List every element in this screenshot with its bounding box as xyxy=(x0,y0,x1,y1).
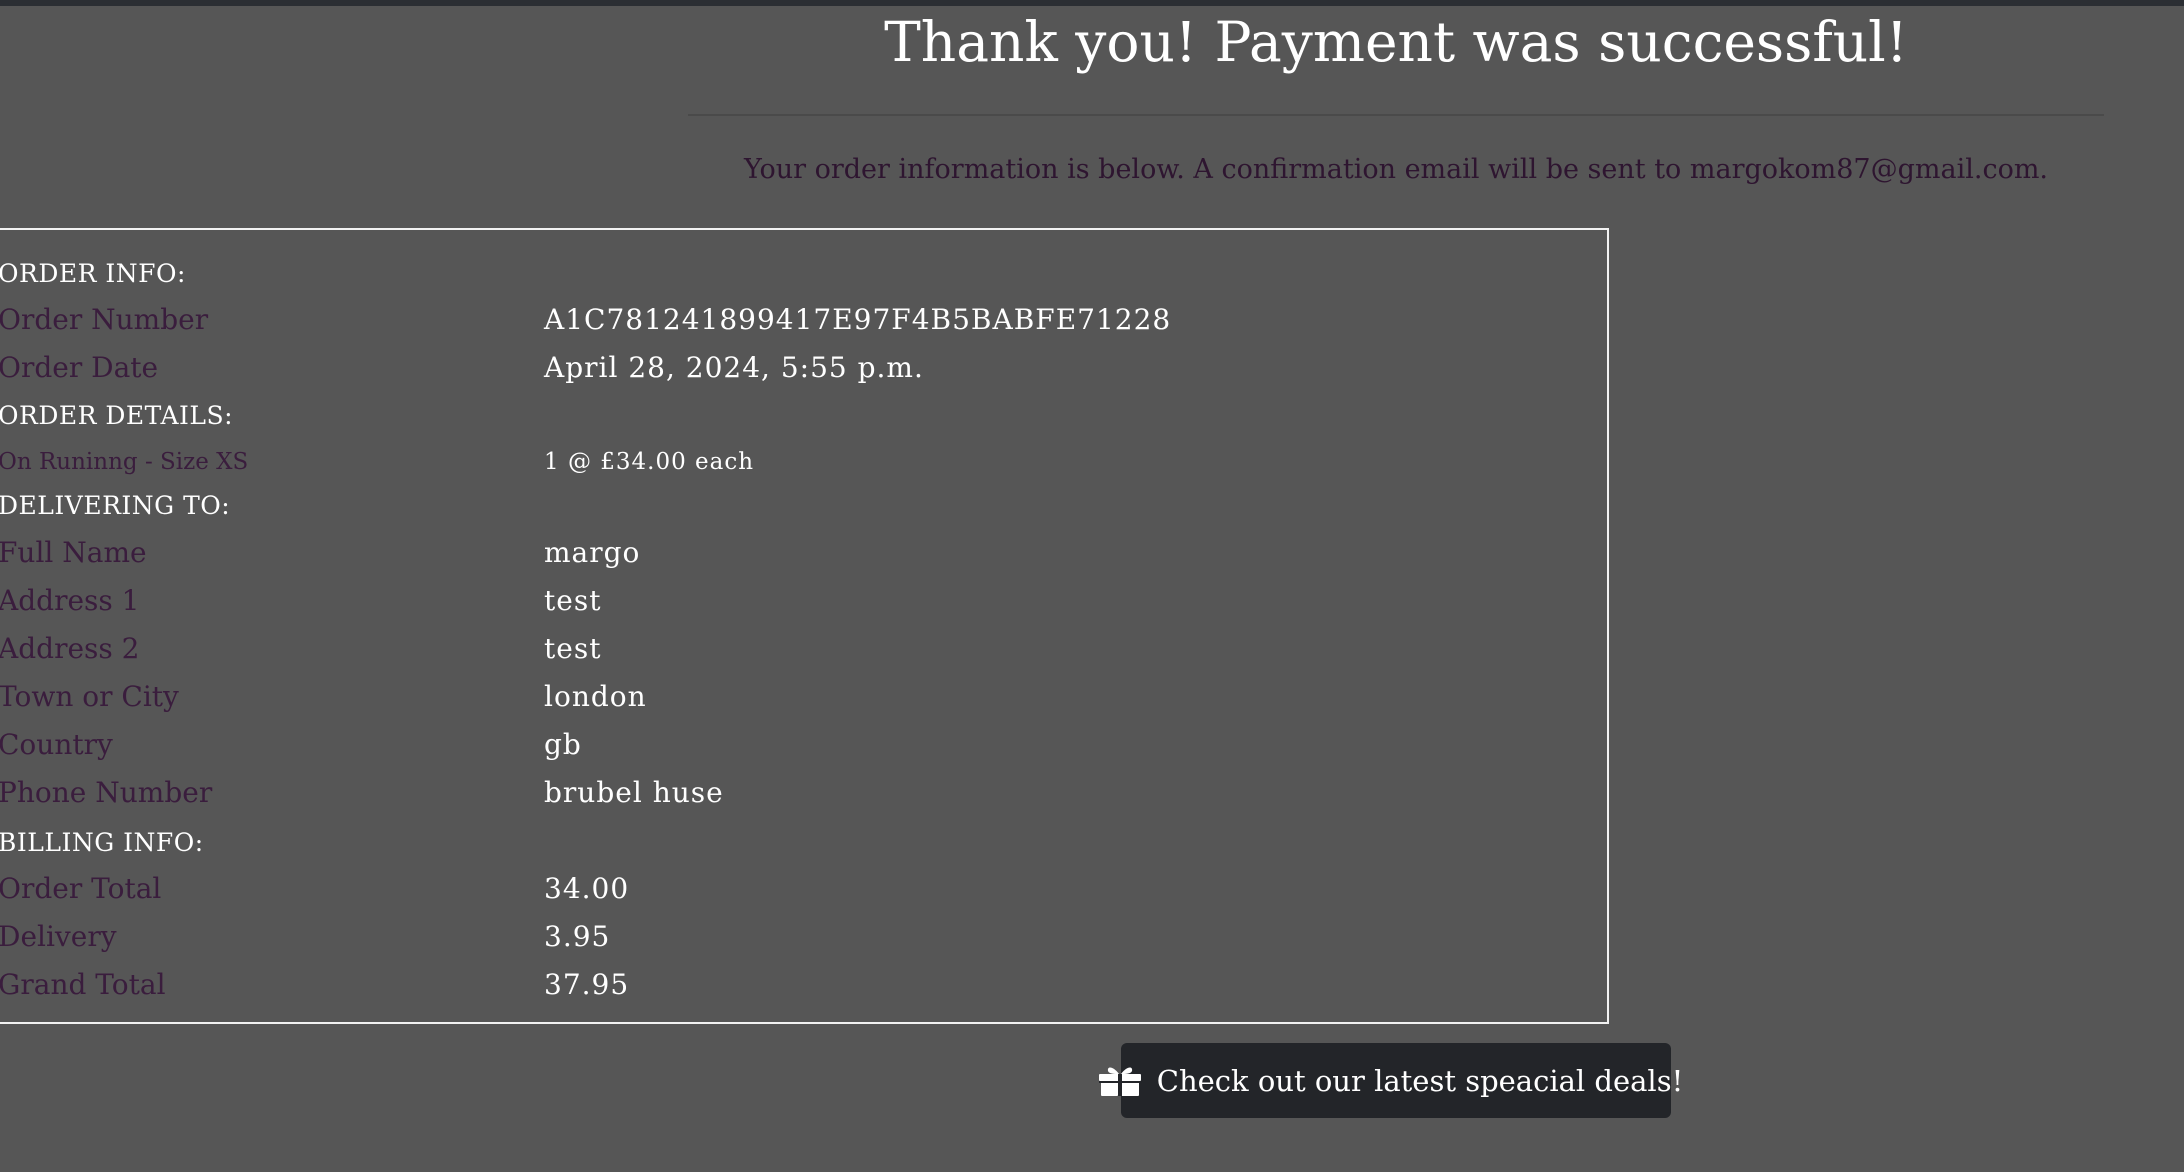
country-label: Country xyxy=(0,728,113,761)
order-total-value: 34.00 xyxy=(544,872,630,905)
billing-row-order-total: Order Total 34.00 xyxy=(0,867,1608,911)
billing-row-grand-total: Grand Total 37.95 xyxy=(0,963,1608,1007)
page-title: Thank you! Payment was successful! xyxy=(884,10,1908,74)
delivery-row-address-2: Address 2 test xyxy=(0,627,1608,671)
address-1-value: test xyxy=(544,584,602,617)
title-divider xyxy=(688,114,2104,116)
gift-icon xyxy=(1098,1067,1141,1096)
order-total-label: Order Total xyxy=(0,872,162,905)
order-number-value: A1C781241899417E97F4B5BABFE71228 xyxy=(544,303,1172,336)
delivery-row-phone: Phone Number brubel huse xyxy=(0,771,1608,815)
delivering-to-heading: DELIVERING TO: xyxy=(0,491,231,520)
delivery-row-town: Town or City london xyxy=(0,675,1608,719)
town-label: Town or City xyxy=(0,680,179,713)
special-deals-label: Check out our latest speacial deals! xyxy=(1156,1063,1684,1098)
grand-total-value: 37.95 xyxy=(544,968,630,1001)
special-deals-button[interactable]: Check out our latest speacial deals! xyxy=(1098,1043,1683,1118)
confirmation-message: Your order information is below. A confi… xyxy=(743,154,2049,185)
order-info-heading: ORDER INFO: xyxy=(0,259,186,288)
country-value: gb xyxy=(544,728,582,761)
full-name-value: margo xyxy=(544,536,641,569)
phone-value: brubel huse xyxy=(544,776,724,809)
order-item-qty-price: 1 @ £34.00 each xyxy=(544,449,755,475)
address-2-label: Address 2 xyxy=(0,632,140,665)
order-item-name: On Runinng - Size XS xyxy=(0,449,249,475)
delivery-cost-label: Delivery xyxy=(0,920,117,953)
order-details-heading: ORDER DETAILS: xyxy=(0,401,234,430)
delivery-cost-value: 3.95 xyxy=(544,920,611,953)
delivery-row-full-name: Full Name margo xyxy=(0,531,1608,575)
order-number-label: Order Number xyxy=(0,303,209,336)
delivery-row-country: Country gb xyxy=(0,723,1608,767)
billing-info-heading: BILLING INFO: xyxy=(0,828,204,857)
town-value: london xyxy=(544,680,647,713)
full-name-label: Full Name xyxy=(0,536,147,569)
order-date-row: Order Date April 28, 2024, 5:55 p.m. xyxy=(0,346,1608,390)
phone-label: Phone Number xyxy=(0,776,213,809)
order-date-label: Order Date xyxy=(0,351,159,384)
order-date-value: April 28, 2024, 5:55 p.m. xyxy=(544,351,924,384)
delivery-row-address-1: Address 1 test xyxy=(0,579,1608,623)
billing-row-delivery: Delivery 3.95 xyxy=(0,915,1608,959)
order-item-row: On Runinng - Size XS 1 @ £34.00 each xyxy=(0,440,1608,484)
address-1-label: Address 1 xyxy=(0,584,140,617)
order-summary-box: ORDER INFO: Order Number A1C781241899417… xyxy=(0,228,1609,1024)
grand-total-label: Grand Total xyxy=(0,968,166,1001)
order-number-row: Order Number A1C781241899417E97F4B5BABFE… xyxy=(0,298,1608,342)
address-2-value: test xyxy=(544,632,602,665)
